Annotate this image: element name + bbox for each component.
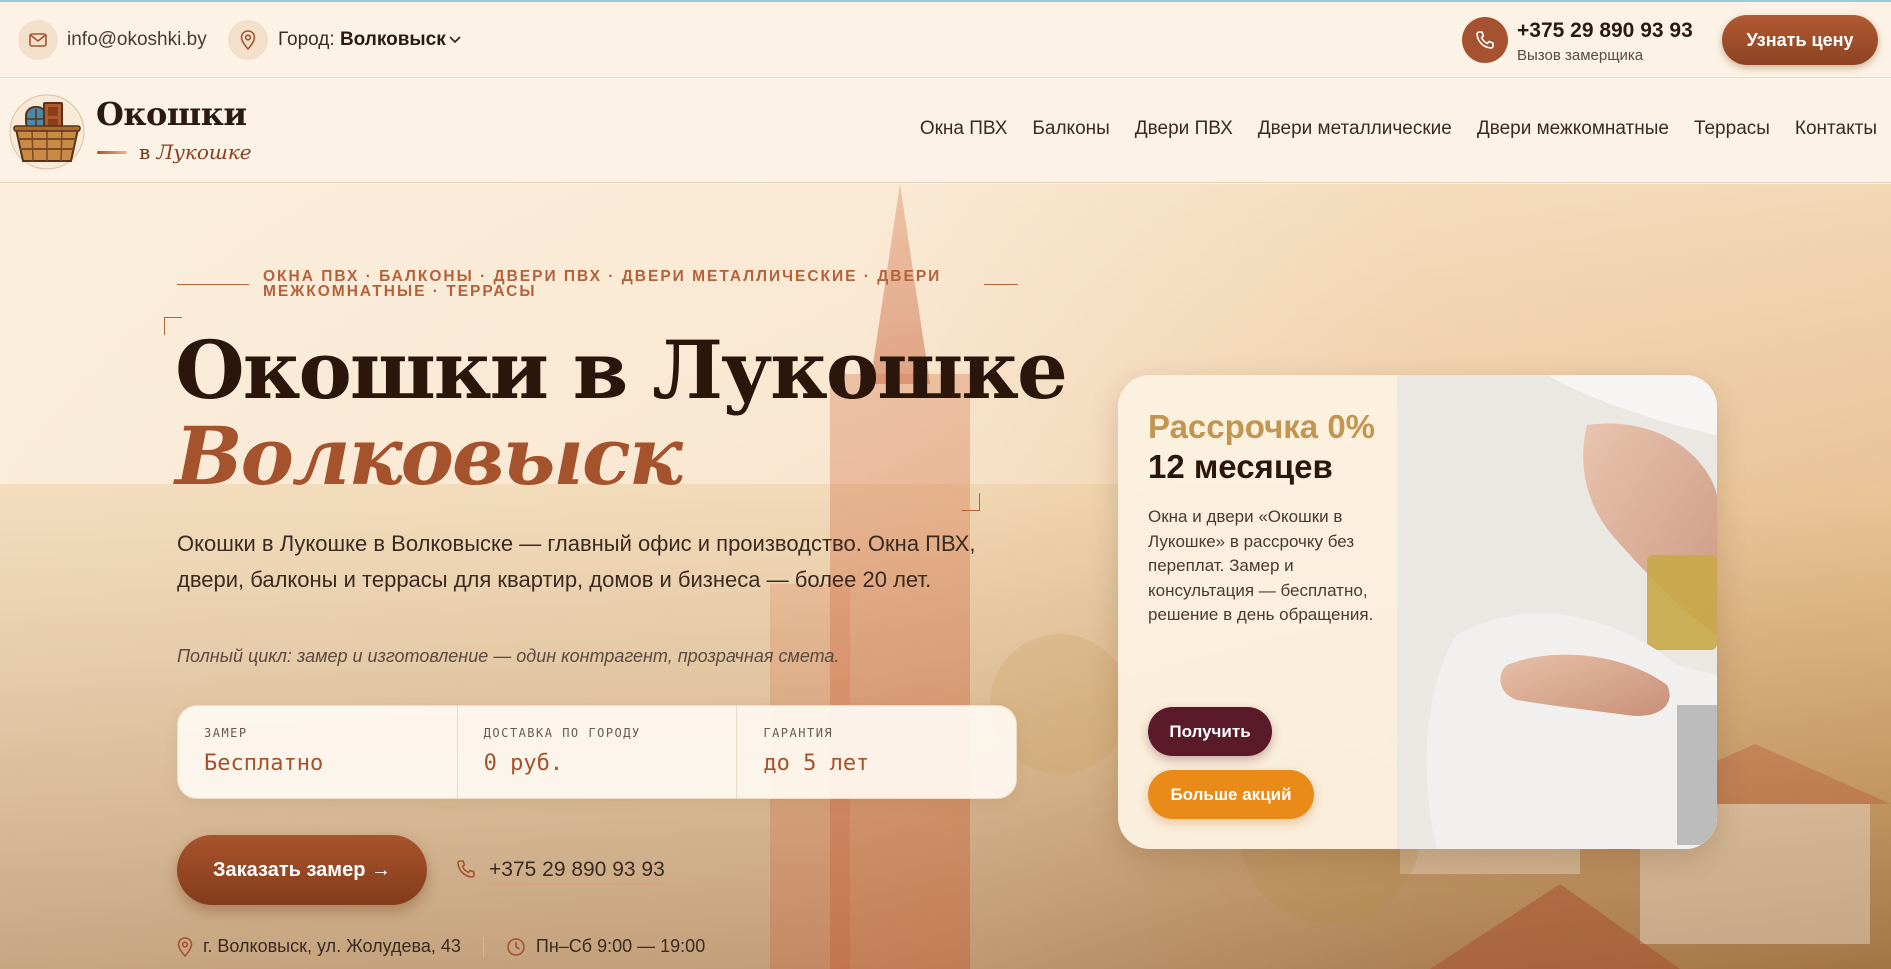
stat-delivery: ДОСТАВКА ПО ГОРОДУ 0 руб. xyxy=(458,706,738,798)
map-pin-icon xyxy=(228,20,268,60)
divider xyxy=(482,936,484,957)
city-label: Город: xyxy=(278,29,335,50)
nav-links: Окна ПВХ Балконы Двери ПВХ Двери металли… xyxy=(920,118,1891,140)
promo-months: 12 месяцев xyxy=(1148,448,1333,485)
logo-title: Окошки xyxy=(96,95,247,133)
basket-logo[interactable] xyxy=(8,93,86,171)
phone-icon xyxy=(456,859,476,884)
hours-text: Пн–Сб 9:00 — 19:00 xyxy=(535,936,706,956)
top-bar: info@okoshki.by Город: Волковыск +375 29… xyxy=(0,2,1891,78)
eyebrow-line-left xyxy=(177,284,249,285)
address-text: г. Волковыск, ул. Жолудева, 43 xyxy=(203,936,461,956)
nav-item-doors-metal[interactable]: Двери металлические xyxy=(1258,118,1452,140)
logo-sub-prefix: в xyxy=(139,140,151,164)
promo-description: Окна и двери «Окошки в Лукошке» в рассро… xyxy=(1148,507,1374,624)
hero-section: Окна ПВХ · Балконы · Двери ПВХ · Двери м… xyxy=(0,184,1891,969)
phone-icon[interactable] xyxy=(1462,17,1508,63)
mail-icon xyxy=(18,20,58,60)
chevron-down-icon[interactable] xyxy=(448,32,462,50)
email-link[interactable]: info@okoshki.by xyxy=(67,29,207,51)
header-phone-link[interactable]: +375 29 890 93 93 xyxy=(1517,19,1693,43)
hero-stats: ЗАМЕР Бесплатно ДОСТАВКА ПО ГОРОДУ 0 руб… xyxy=(177,705,1017,799)
order-measurement-button[interactable]: Заказать замер → xyxy=(177,835,427,905)
stat-warranty: ГАРАНТИЯ до 5 лет xyxy=(737,706,1016,798)
stat-label: ГАРАНТИЯ xyxy=(763,726,834,740)
installment-promo-card: Рассрочка 0% 12 месяцев Окна и двери «Ок… xyxy=(1118,375,1717,849)
nav-item-doors-pvc[interactable]: Двери ПВХ xyxy=(1135,118,1233,140)
hero-phone-link[interactable]: +375 29 890 93 93 xyxy=(489,858,665,885)
logo-accent-line xyxy=(97,151,127,154)
nav-item-terraces[interactable]: Террасы xyxy=(1694,118,1770,140)
main-navbar: Окошки в Лукошке Окна ПВХ Балконы Двери … xyxy=(0,79,1891,183)
phone-caption: Вызов замерщика xyxy=(1517,47,1644,64)
nav-item-contacts[interactable]: Контакты xyxy=(1795,118,1877,140)
stat-value: 0 руб. xyxy=(483,751,564,776)
map-pin-icon xyxy=(177,936,193,957)
nav-item-windows-pvc[interactable]: Окна ПВХ xyxy=(920,118,1008,140)
eyebrow-line-right xyxy=(984,284,1018,285)
hero-description: Окошки в Лукошке в Волковыске — главный … xyxy=(177,531,976,592)
hero-title: Окошки в Лукошке xyxy=(175,323,1068,417)
logo-sub-italic: Лукошке xyxy=(156,140,252,164)
hero-contact-info: г. Волковыск, ул. Жолудева, 43 Пн–Сб 9:0… xyxy=(177,936,705,957)
title-corner-bottom-right xyxy=(962,493,980,511)
nav-item-balconies[interactable]: Балконы xyxy=(1032,118,1109,140)
more-promotions-button[interactable]: Больше акций xyxy=(1148,770,1314,819)
stat-measurement: ЗАМЕР Бесплатно xyxy=(178,706,458,798)
clock-icon xyxy=(507,937,525,956)
nav-item-doors-interior[interactable]: Двери межкомнатные xyxy=(1477,118,1669,140)
promo-card-photo xyxy=(1397,375,1717,849)
get-installment-button[interactable]: Получить xyxy=(1148,707,1272,756)
get-price-button[interactable]: Узнать цену xyxy=(1722,15,1878,65)
city-value: Волковыск xyxy=(339,29,446,50)
promo-title: Рассрочка 0% xyxy=(1148,408,1376,445)
stat-label: ДОСТАВКА ПО ГОРОДУ xyxy=(483,726,641,740)
stat-value: Бесплатно xyxy=(204,751,324,776)
promo-text: Рассрочка 0% 12 месяцев Окна и двери «Ок… xyxy=(1148,407,1388,628)
stat-label: ЗАМЕР xyxy=(204,726,248,740)
hero-city: Волковыск xyxy=(175,409,683,503)
hero-eyebrow: Окна ПВХ · Балконы · Двери ПВХ · Двери м… xyxy=(263,268,942,300)
hero-note: Полный цикл: замер и изготовление — один… xyxy=(177,646,840,666)
stat-value: до 5 лет xyxy=(763,751,870,776)
city-selector[interactable]: Город: Волковыск xyxy=(278,29,446,51)
logo-subtitle: в Лукошке xyxy=(139,140,252,164)
